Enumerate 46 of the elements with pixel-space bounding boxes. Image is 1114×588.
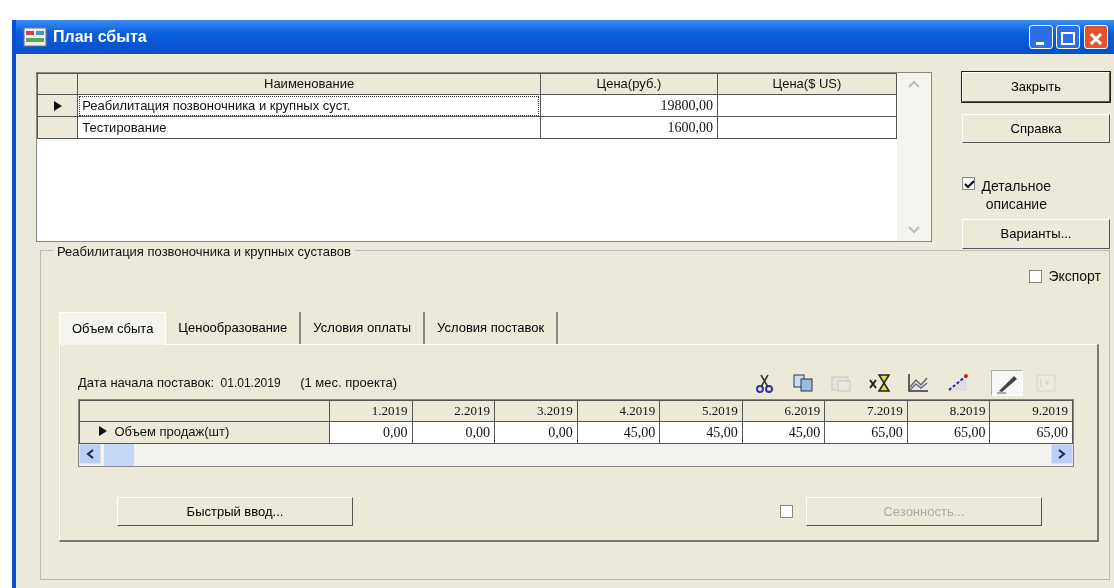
table-row[interactable]: Тестирование 1600,00 — [37, 116, 897, 139]
help-button[interactable]: Справка — [962, 113, 1110, 143]
scroll-right-icon[interactable] — [1051, 443, 1073, 464]
column-header: 7.2019 — [824, 400, 908, 421]
table-cell: 65,00 — [989, 421, 1073, 444]
column-header: Наименование — [77, 73, 541, 95]
table-cell: 45,00 — [577, 421, 660, 444]
table-cell: Тестирование — [77, 116, 541, 139]
window-title: План сбыта — [53, 27, 147, 47]
column-header: 3.2019 — [494, 400, 578, 421]
row-label: Объем продаж(шт) — [114, 422, 230, 441]
quick-entry-button[interactable]: Быстрый ввод... — [117, 496, 353, 527]
export-checkbox[interactable] — [1028, 270, 1042, 283]
column-header: 9.2019 — [989, 400, 1073, 421]
table-cell: 1600,00 — [540, 116, 718, 139]
table-cell: 65,00 — [907, 421, 990, 444]
column-header: 2.2019 — [412, 400, 495, 421]
column-header: 4.2019 — [577, 400, 660, 421]
table-cell: 0,00 — [412, 421, 495, 444]
column-header: 8.2019 — [907, 400, 990, 421]
table-cell: 19800,00 — [540, 94, 718, 117]
column-header: 1.2019 — [329, 400, 413, 421]
table-cell: 0,00 — [329, 421, 413, 444]
variants-button[interactable]: Варианты... — [962, 219, 1110, 249]
app-icon — [22, 27, 47, 47]
close-dialog-button[interactable]: Закрыть — [962, 72, 1110, 102]
scroll-thumb[interactable] — [104, 443, 135, 466]
table-cell: 45,00 — [659, 421, 743, 444]
table-cell: 65,00 — [824, 421, 908, 444]
scroll-left-icon[interactable] — [79, 443, 101, 464]
start-date-value: 01.01.2019 — [220, 374, 281, 392]
checkbox-label: Детальное описание — [981, 177, 1052, 214]
table-cell: Реабилитация позвоночника и крупных суст. — [77, 94, 541, 117]
column-header: Цена($ US) — [717, 73, 897, 95]
tab[interactable]: Объем сбыта — [59, 312, 167, 345]
project-month-note: (1 мес. проекта) — [300, 373, 398, 392]
pencil-tool-button[interactable] — [991, 369, 1023, 396]
column-header: 5.2019 — [659, 400, 743, 421]
column-header: 6.2019 — [742, 400, 825, 421]
horizontal-scrollbar[interactable] — [79, 443, 1073, 466]
detail-checkbox[interactable] — [962, 177, 975, 190]
table-cell: 45,00 — [742, 421, 825, 444]
start-date-label: Дата начала поставок: — [78, 373, 215, 392]
table-cell: 0,00 — [494, 421, 578, 444]
checkbox-label: Экспорт — [1048, 267, 1101, 286]
column-header: Цена(руб.) — [540, 73, 718, 95]
